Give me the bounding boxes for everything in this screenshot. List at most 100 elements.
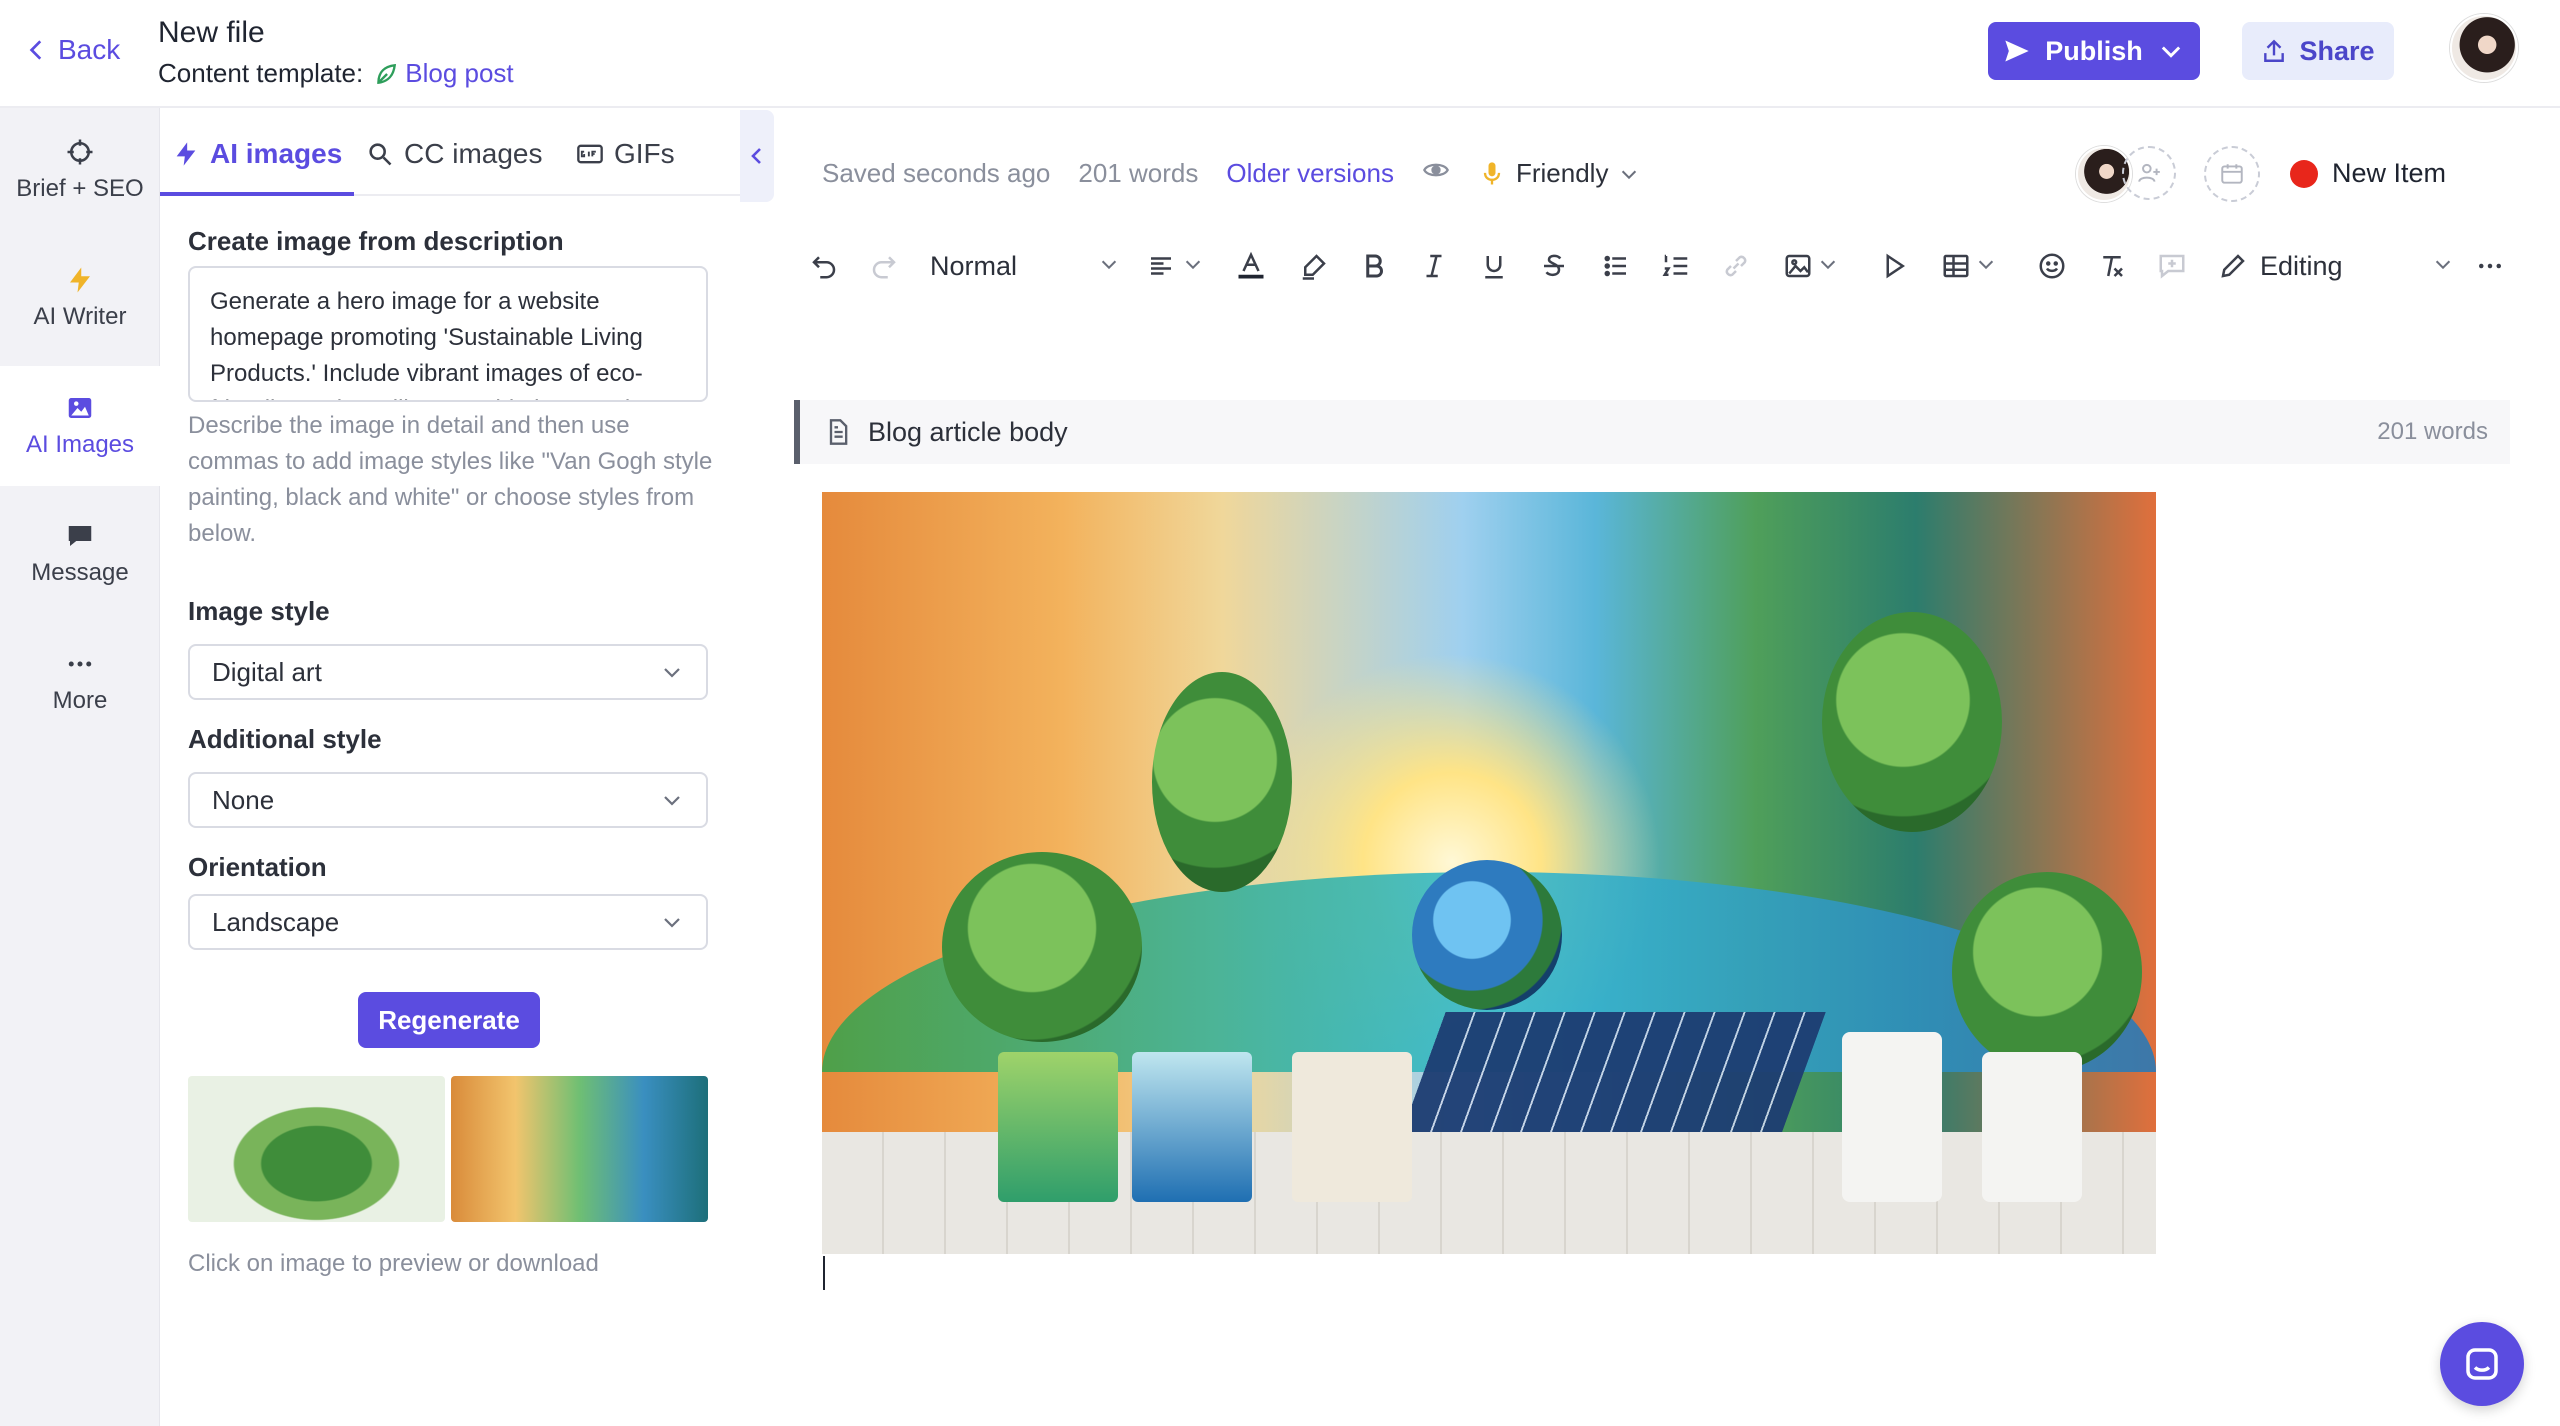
rail-item-more[interactable]: More [0,622,160,742]
status-label: New Item [2332,158,2447,188]
chevron-left-icon [751,148,761,164]
strikethrough-button[interactable] [1534,246,1574,286]
image-style-select[interactable]: Digital art [188,644,708,700]
insert-table-button[interactable] [1934,246,2004,286]
link-button[interactable] [1716,246,1756,286]
dots-icon [68,661,92,667]
align-select[interactable] [1140,246,1210,286]
chat-bubble-icon [68,526,92,546]
additional-style-select[interactable]: None [188,772,708,828]
dots-icon [2479,263,2501,269]
tab-label: GIFs [614,138,675,169]
emoji-button[interactable] [2032,246,2072,286]
italic-button[interactable] [1414,246,1454,286]
more-options-button[interactable] [2472,246,2508,286]
tab-cc-images[interactable]: CC images [366,138,542,170]
add-user-icon [2138,163,2160,182]
strikethrough-icon [1544,254,1564,277]
tab-ai-images[interactable]: AI images [172,138,342,170]
chevron-down-icon [1101,260,1117,269]
redo-button[interactable] [866,246,902,286]
undo-icon [812,256,836,279]
left-icon-rail: Brief + SEO AI Writer AI Images Message … [0,108,160,1426]
chevron-down-icon [664,918,680,928]
chevron-left-icon [29,40,42,60]
workflow-status[interactable]: New Item [2290,158,2446,189]
thumbnail-caption: Click on image to preview or download [188,1250,599,1277]
clear-formatting-button[interactable] [2092,246,2132,286]
rail-label: Brief + SEO [16,175,144,202]
rail-item-ai-images[interactable]: AI Images [0,366,160,486]
schedule-button[interactable] [2204,146,2260,202]
chevron-down-icon [2161,46,2180,58]
share-button[interactable]: Share [2242,22,2394,80]
chevron-down-icon [1820,260,1836,269]
highlighter-icon [1302,254,1326,280]
active-tab-indicator [160,192,354,196]
template-link[interactable]: Blog post [373,58,514,89]
editing-mode-select[interactable]: Editing [2218,246,2454,286]
chevron-down-icon [2435,260,2451,269]
image-style-value: Digital art [212,656,322,687]
chevron-down-icon [1978,260,1994,269]
undo-button[interactable] [806,246,842,286]
underline-button[interactable] [1474,246,1514,286]
highlight-button[interactable] [1294,246,1334,286]
prompt-label: Create image from description [188,226,564,256]
generated-image-thumbnail-2[interactable] [451,1076,708,1222]
tone-select[interactable]: Friendly [1478,158,1640,189]
solar-panel-illustration [1398,1012,1826,1142]
reusable-bag [1132,1052,1252,1202]
support-chat-button[interactable] [2440,1322,2524,1406]
publish-button[interactable]: Publish [1988,22,2200,80]
bullet-list-button[interactable] [1596,246,1636,286]
image-icon [68,398,92,418]
bold-button[interactable] [1354,246,1394,286]
back-button[interactable]: Back [24,34,120,66]
bullet-list-icon [1604,255,1626,277]
send-icon [2005,40,2029,62]
rail-item-ai-writer[interactable]: AI Writer [0,238,160,358]
share-label: Share [2299,35,2375,66]
rail-label: More [52,687,108,714]
generated-image-thumbnail-1[interactable] [188,1076,445,1222]
content-template: Content template: Blog post [158,58,514,89]
text-color-button[interactable] [1226,246,1276,286]
rail-item-message[interactable]: Message [0,494,160,614]
editing-mode-value: Editing [2260,250,2343,281]
older-versions-link[interactable]: Older versions [1226,158,1394,189]
rail-item-brief-seo[interactable]: Brief + SEO [0,110,160,230]
add-collaborator-button[interactable] [2122,146,2176,200]
generated-hero-image[interactable] [822,492,2156,1254]
comment-icon [2159,254,2185,279]
orientation-select[interactable]: Landscape [188,894,708,950]
collapse-panel-button[interactable] [740,110,774,202]
tab-label: CC images [404,138,543,169]
underline-icon [1485,256,1503,279]
preview-button[interactable] [1422,156,1450,191]
chat-icon [2466,1348,2498,1380]
back-label: Back [58,34,121,65]
tab-gifs[interactable]: GIFs [576,138,675,170]
tree-illustration [1152,672,1292,892]
regenerate-button[interactable]: Regenerate [358,992,540,1048]
pencil-icon [2221,254,2245,278]
formatting-toolbar: Normal Editing [806,240,2501,292]
numbered-list-button[interactable] [1656,246,1696,286]
user-avatar[interactable] [2450,14,2518,82]
ai-images-panel: AI images CC images GIFs Create image fr… [160,108,740,1426]
add-comment-button[interactable] [2152,246,2192,286]
insert-video-button[interactable] [1874,246,1914,286]
chevron-down-icon [664,796,680,806]
insert-image-button[interactable] [1776,246,1846,286]
paragraph-style-select[interactable]: Normal [930,246,1120,286]
calendar-icon [2221,164,2243,184]
saved-status: Saved seconds ago [822,158,1051,188]
microphone-icon [1483,161,1501,184]
document-section-header[interactable]: Blog article body 201 words [794,400,2510,464]
lightning-icon [176,142,196,166]
text-color-icon [1238,251,1264,279]
lightning-icon [70,267,90,293]
status-dot [2290,159,2318,188]
image-description-input[interactable] [188,266,708,402]
